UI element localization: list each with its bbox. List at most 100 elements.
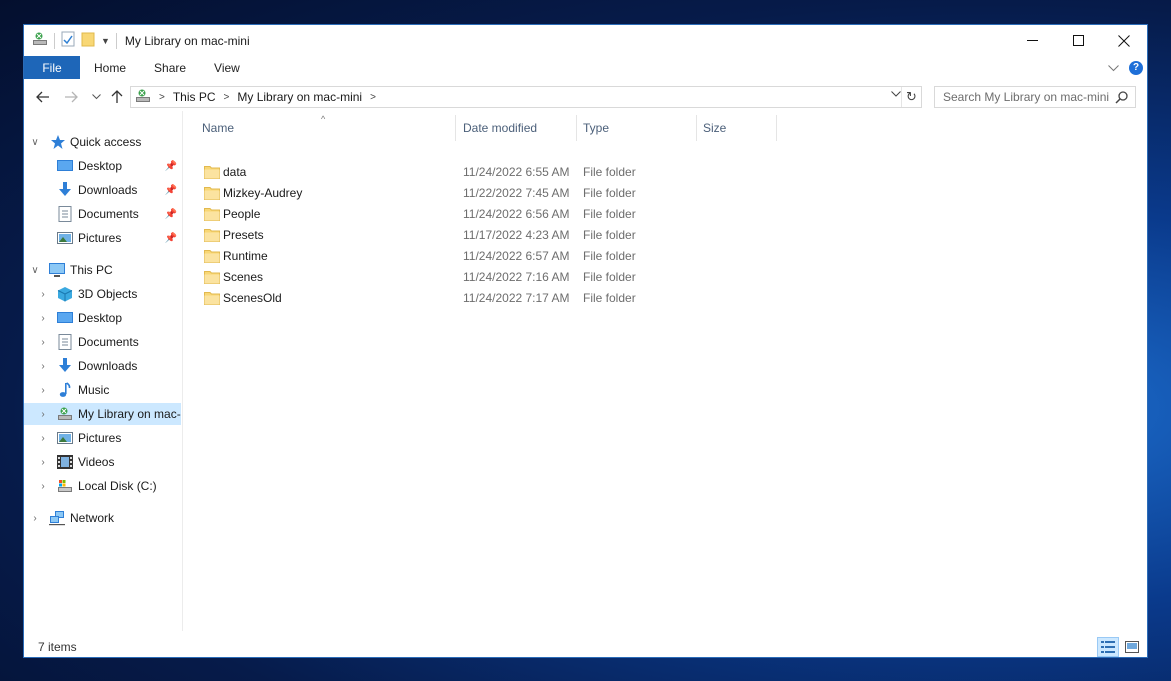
nav-downloads[interactable]: › Downloads bbox=[24, 355, 181, 377]
breadcrumb-chevron-icon[interactable]: > bbox=[370, 92, 376, 103]
nav-network[interactable]: › Network bbox=[24, 507, 181, 529]
nav-quick-access[interactable]: ∨ Quick access bbox=[24, 131, 181, 153]
new-folder-icon[interactable] bbox=[81, 31, 95, 50]
nav-this-pc[interactable]: ∨ This PC bbox=[24, 259, 181, 281]
nav-label: Desktop bbox=[78, 311, 123, 325]
table-row[interactable]: data 11/24/2022 6:55 AM File folder bbox=[202, 161, 782, 182]
column-header-date[interactable]: Date modified bbox=[457, 115, 577, 141]
column-header-type[interactable]: Type bbox=[577, 115, 697, 141]
folder-icon bbox=[204, 290, 220, 308]
table-row[interactable]: Presets 11/17/2022 4:23 AM File folder bbox=[202, 224, 782, 245]
up-button[interactable] bbox=[108, 87, 126, 107]
status-bar: 7 items bbox=[24, 635, 1147, 659]
nav-documents[interactable]: › Documents bbox=[24, 331, 181, 353]
table-row[interactable]: Mizkey-Audrey 11/22/2022 7:45 AM File fold… bbox=[202, 182, 782, 203]
column-label: Type bbox=[583, 121, 610, 135]
navigation-pane: ∨ Quick access Desktop 📌 Downloads 📌 Doc bbox=[24, 111, 183, 631]
recent-locations-button[interactable] bbox=[90, 87, 102, 107]
search-placeholder[interactable]: Search My Library on mac-mini bbox=[943, 90, 1109, 104]
nav-local-disk[interactable]: › Local Disk (C:) bbox=[24, 475, 181, 497]
breadcrumb-chevron-icon[interactable]: > bbox=[224, 92, 230, 103]
network-icon bbox=[49, 510, 65, 526]
address-bar[interactable]: > This PC > My Library on mac-mini > ↻ bbox=[130, 86, 922, 108]
nav-desktop[interactable]: › Desktop bbox=[24, 307, 181, 329]
collapse-chevron-icon[interactable]: ∨ bbox=[30, 137, 40, 148]
table-row[interactable]: People 11/24/2022 6:56 AM File folder bbox=[202, 203, 782, 224]
nav-my-library[interactable]: › My Library on mac- bbox=[24, 403, 181, 425]
expand-chevron-icon[interactable]: › bbox=[30, 513, 40, 524]
file-date-modified: 11/24/2022 6:57 AM bbox=[463, 248, 570, 263]
refresh-button[interactable]: ↻ bbox=[901, 87, 921, 107]
expand-chevron-icon[interactable]: › bbox=[38, 313, 48, 324]
nav-label: Music bbox=[78, 383, 110, 397]
properties-icon[interactable] bbox=[61, 31, 75, 50]
nav-label: Documents bbox=[78, 335, 139, 349]
large-icons-view-button[interactable] bbox=[1121, 637, 1143, 657]
forward-button[interactable] bbox=[62, 87, 80, 107]
file-date-modified: 11/24/2022 6:55 AM bbox=[463, 164, 570, 179]
address-dropdown-icon[interactable] bbox=[891, 89, 901, 100]
column-label: Date modified bbox=[463, 121, 538, 135]
ribbon-tabs: File Home Share View ? bbox=[24, 56, 1147, 79]
back-button[interactable] bbox=[34, 87, 52, 107]
nav-label: This PC bbox=[70, 263, 113, 277]
network-drive-icon[interactable] bbox=[32, 31, 48, 50]
nav-quick-desktop[interactable]: Desktop 📌 bbox=[24, 155, 181, 177]
breadcrumb-my-library[interactable]: My Library on mac-mini bbox=[237, 90, 362, 104]
file-name: Presets bbox=[223, 227, 264, 242]
close-button[interactable] bbox=[1101, 25, 1147, 56]
tab-view[interactable]: View bbox=[200, 56, 254, 79]
file-type: File folder bbox=[583, 164, 636, 179]
file-type: File folder bbox=[583, 185, 636, 200]
search-icon[interactable] bbox=[1115, 90, 1129, 107]
column-header-size[interactable]: Size bbox=[697, 115, 777, 141]
breadcrumb-chevron-icon[interactable]: > bbox=[159, 92, 165, 103]
videos-icon bbox=[57, 454, 73, 470]
documents-icon bbox=[57, 206, 73, 222]
nav-videos[interactable]: › Videos bbox=[24, 451, 181, 473]
help-icon[interactable]: ? bbox=[1129, 60, 1143, 75]
minimize-button[interactable] bbox=[1009, 25, 1055, 56]
nav-label: My Library on mac- bbox=[78, 407, 181, 421]
expand-ribbon-icon[interactable] bbox=[1108, 61, 1119, 75]
pictures-icon bbox=[57, 230, 73, 246]
expand-chevron-icon[interactable]: › bbox=[38, 481, 48, 492]
nav-3d-objects[interactable]: › 3D Objects bbox=[24, 283, 181, 305]
breadcrumb-this-pc[interactable]: This PC bbox=[173, 90, 216, 104]
nav-music[interactable]: › Music bbox=[24, 379, 181, 401]
expand-chevron-icon[interactable]: › bbox=[38, 433, 48, 444]
expand-chevron-icon[interactable]: › bbox=[38, 337, 48, 348]
expand-chevron-icon[interactable]: › bbox=[38, 457, 48, 468]
nav-quick-documents[interactable]: Documents 📌 bbox=[24, 203, 181, 225]
file-type: File folder bbox=[583, 227, 636, 242]
expand-chevron-icon[interactable]: › bbox=[38, 361, 48, 372]
table-row[interactable]: Scenes 11/24/2022 7:16 AM File folder bbox=[202, 266, 782, 287]
maximize-button[interactable] bbox=[1055, 25, 1101, 56]
expand-chevron-icon[interactable]: › bbox=[38, 385, 48, 396]
column-label: Size bbox=[703, 121, 727, 135]
tab-share[interactable]: Share bbox=[140, 56, 200, 79]
search-box[interactable]: Search My Library on mac-mini bbox=[934, 86, 1136, 108]
details-view-button[interactable] bbox=[1097, 637, 1119, 657]
customize-toolbar-icon[interactable]: ▼ bbox=[101, 36, 110, 46]
folder-icon bbox=[204, 164, 220, 182]
nav-quick-pictures[interactable]: Pictures 📌 bbox=[24, 227, 181, 249]
expand-chevron-icon[interactable]: › bbox=[38, 289, 48, 300]
collapse-chevron-icon[interactable]: ∨ bbox=[30, 265, 40, 276]
nav-quick-downloads[interactable]: Downloads 📌 bbox=[24, 179, 181, 201]
file-date-modified: 11/24/2022 6:56 AM bbox=[463, 206, 570, 221]
file-date-modified: 11/24/2022 7:16 AM bbox=[463, 269, 570, 284]
nav-pictures[interactable]: › Pictures bbox=[24, 427, 181, 449]
table-row[interactable]: ScenesOld 11/24/2022 7:17 AM File folder bbox=[202, 287, 782, 308]
tab-home[interactable]: Home bbox=[80, 56, 140, 79]
3d-objects-icon bbox=[57, 286, 73, 302]
window-controls bbox=[1009, 25, 1147, 56]
tab-file[interactable]: File bbox=[24, 56, 80, 79]
table-row[interactable]: Runtime 11/24/2022 6:57 AM File folder bbox=[202, 245, 782, 266]
nav-label: Videos bbox=[78, 455, 115, 469]
expand-chevron-icon[interactable]: › bbox=[38, 409, 48, 420]
desktop-icon bbox=[57, 158, 73, 174]
column-header-name[interactable]: Name ^ bbox=[184, 114, 456, 141]
nav-label: Desktop bbox=[78, 159, 123, 173]
nav-label: Quick access bbox=[70, 135, 142, 149]
